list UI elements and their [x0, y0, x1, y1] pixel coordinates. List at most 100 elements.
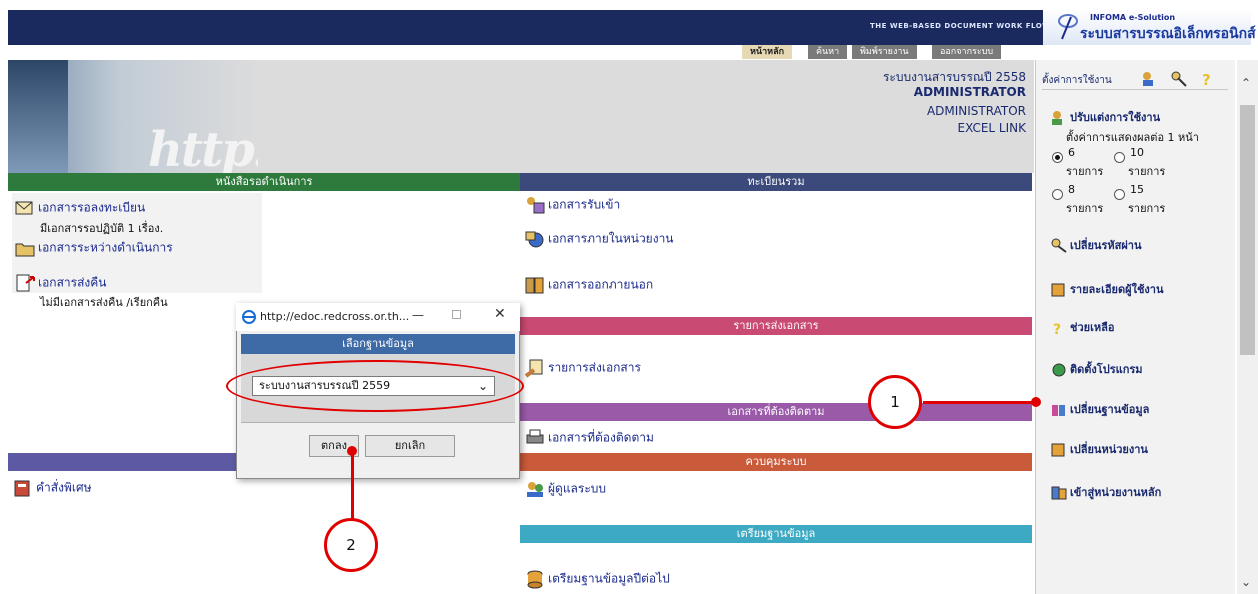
dialog-titlebar: http://edoc.redcross.or.th...: [236, 303, 520, 331]
svg-text:?: ?: [1053, 322, 1061, 336]
callout-2: 2: [324, 518, 378, 572]
user-name: ADMINISTRATOR: [913, 85, 1026, 99]
help-label: ช่วยเหลือ: [1070, 321, 1115, 334]
people-docs-icon: [527, 197, 545, 214]
settings-header-label: ตั้งค่าการใช้งาน: [1042, 75, 1112, 86]
prepare-next-year-link[interactable]: เตรียมฐานข้อมูลปีต่อไป: [524, 569, 670, 589]
section-follow-bar: เอกสารที่ต้องติดตาม: [520, 403, 1032, 421]
option-6-value: 6: [1068, 146, 1075, 159]
help-icon[interactable]: ?: [1198, 70, 1216, 88]
dialog-header: เลือกฐานข้อมูล: [241, 334, 515, 354]
system-admin-link[interactable]: ผู้ดูแลระบบ: [524, 479, 606, 499]
help-link[interactable]: ? ช่วยเหลือ: [1050, 318, 1114, 336]
prepare-next-year-label: เตรียมฐานข้อมูลปีต่อไป: [548, 571, 670, 586]
cabinet-icon: [525, 277, 544, 294]
returned-docs-sub: ไม่มีเอกสารส่งคืน /เรียกคืน: [40, 296, 168, 309]
install-program-link[interactable]: ติดตั้งโปรแกรม: [1050, 360, 1143, 378]
follow-docs-link[interactable]: เอกสารที่ต้องติดตาม: [524, 428, 654, 448]
pending-register-label: เอกสารรอลงทะเบียน: [38, 200, 146, 215]
display-setting-label: ตั้งค่าการแสดงผลต่อ 1 หน้า: [1066, 131, 1199, 144]
key-person-icon: [1051, 238, 1067, 253]
radio-6-dot: [1055, 154, 1060, 160]
option-8[interactable]: 8 รายการ: [1052, 183, 1103, 215]
follow-docs-label: เอกสารที่ต้องติดตาม: [548, 430, 654, 445]
change-password-label: เปลี่ยนรหัสผ่าน: [1070, 239, 1142, 252]
cancel-button[interactable]: ยกเลิก: [365, 435, 455, 457]
admin-users-icon: [527, 482, 543, 497]
special-command-link[interactable]: คำสั่งพิเศษ: [12, 478, 92, 498]
callout-2-line: [351, 450, 354, 522]
change-unit-link[interactable]: เปลี่ยนหน่วยงาน: [1050, 440, 1148, 458]
radio-10[interactable]: [1114, 151, 1125, 163]
option-10-unit: รายการ: [1128, 165, 1166, 178]
send-list-link[interactable]: รายการส่งเอกสาร: [524, 358, 641, 378]
callout-1-line: [923, 401, 1035, 404]
user-org: EXCEL LINK: [957, 121, 1026, 135]
tagline: THE WEB-BASED DOCUMENT WORK FLOW: [870, 22, 1051, 30]
user-gear-icon: [1052, 111, 1062, 125]
envelope-icon: [15, 201, 33, 215]
change-database-label: เปลี่ยนฐานข้อมูล: [1070, 403, 1150, 416]
option-10[interactable]: 10 รายการ: [1114, 146, 1165, 178]
user-settings-icon[interactable]: [1140, 70, 1158, 88]
option-8-unit: รายการ: [1066, 202, 1104, 215]
unit-box-icon: [1051, 443, 1065, 457]
option-10-value: 10: [1130, 146, 1144, 159]
hero-text: http:: [148, 122, 258, 173]
in-progress-link[interactable]: เอกสารระหว่างดำเนินการ: [14, 238, 173, 258]
nav-home[interactable]: หน้าหลัก: [742, 45, 793, 59]
nav-print-report[interactable]: พิมพ์รายงาน: [852, 45, 917, 59]
option-6[interactable]: 6 รายการ: [1052, 146, 1103, 178]
nav-search[interactable]: ค้นหา: [808, 45, 848, 59]
install-globe-icon: [1052, 363, 1066, 377]
printer-icon: [526, 429, 544, 444]
option-15-value: 15: [1130, 183, 1144, 196]
in-progress-label: เอกสารระหว่างดำเนินการ: [38, 240, 173, 255]
document-return-icon: [16, 274, 35, 292]
callout-1-dot: [1031, 397, 1041, 407]
section-control-bar: ควบคุมระบบ: [520, 453, 1032, 471]
maximize-icon[interactable]: [452, 310, 461, 319]
option-15-unit: รายการ: [1128, 202, 1166, 215]
minimize-icon[interactable]: —: [412, 308, 424, 322]
main-unit-link[interactable]: เข้าสู่หน่วยงานหลัก: [1050, 483, 1161, 501]
nav-logout[interactable]: ออกจากระบบ: [932, 45, 1002, 59]
user-role: ADMINISTRATOR: [926, 104, 1026, 118]
section-prepare-bar: เตรียมฐานข้อมูล: [520, 525, 1032, 543]
hero-building-image: [8, 60, 68, 173]
option-15[interactable]: 15 รายการ: [1114, 183, 1165, 215]
radio-6[interactable]: [1052, 151, 1063, 163]
key-icon[interactable]: [1170, 70, 1188, 88]
returned-docs-link[interactable]: เอกสารส่งคืน: [14, 273, 107, 293]
returned-docs-label: เอกสารส่งคืน: [38, 275, 107, 290]
radio-8[interactable]: [1052, 188, 1063, 200]
change-password-link[interactable]: เปลี่ยนรหัสผ่าน: [1050, 236, 1141, 254]
dialog-url: http://edoc.redcross.or.th...: [260, 310, 410, 323]
close-icon[interactable]: ✕: [494, 306, 506, 322]
pending-register-link[interactable]: เอกสารรอลงทะเบียน: [14, 198, 145, 218]
customize-link[interactable]: ปรับแต่งการใช้งาน: [1050, 108, 1160, 126]
internal-docs-link[interactable]: เอกสารภายในหน่วยงาน: [524, 229, 674, 249]
main-unit-icon: [1051, 486, 1067, 500]
callout-2-dot: [347, 446, 357, 456]
internal-docs-label: เอกสารภายในหน่วยงาน: [548, 231, 674, 246]
send-list-label: รายการส่งเอกสาร: [548, 360, 641, 375]
special-command-label: คำสั่งพิเศษ: [36, 480, 92, 495]
change-unit-label: เปลี่ยนหน่วยงาน: [1070, 443, 1148, 456]
scroll-up-icon[interactable]: ⌃: [1241, 76, 1251, 90]
folder-icon: [15, 243, 35, 257]
user-details-link[interactable]: รายละเอียดผู้ใช้งาน: [1050, 280, 1163, 298]
change-database-link[interactable]: เปลี่ยนฐานข้อมูล: [1050, 400, 1149, 418]
database-switch-icon: [1052, 405, 1065, 416]
section-send-list-bar: รายการส่งเอกสาร: [520, 317, 1032, 335]
globe-docs-icon: [525, 231, 544, 248]
scrollbar-thumb[interactable]: [1240, 105, 1255, 355]
outgoing-docs-link[interactable]: เอกสารออกภายนอก: [524, 275, 653, 295]
book-icon: [14, 480, 30, 497]
outgoing-docs-label: เอกสารออกภายนอก: [548, 277, 654, 292]
scroll-down-icon[interactable]: ⌄: [1241, 575, 1251, 589]
browser-e-icon: [242, 310, 256, 324]
radio-15[interactable]: [1114, 188, 1125, 200]
incoming-docs-link[interactable]: เอกสารรับเข้า: [524, 195, 620, 215]
svg-text:?: ?: [1202, 71, 1211, 88]
